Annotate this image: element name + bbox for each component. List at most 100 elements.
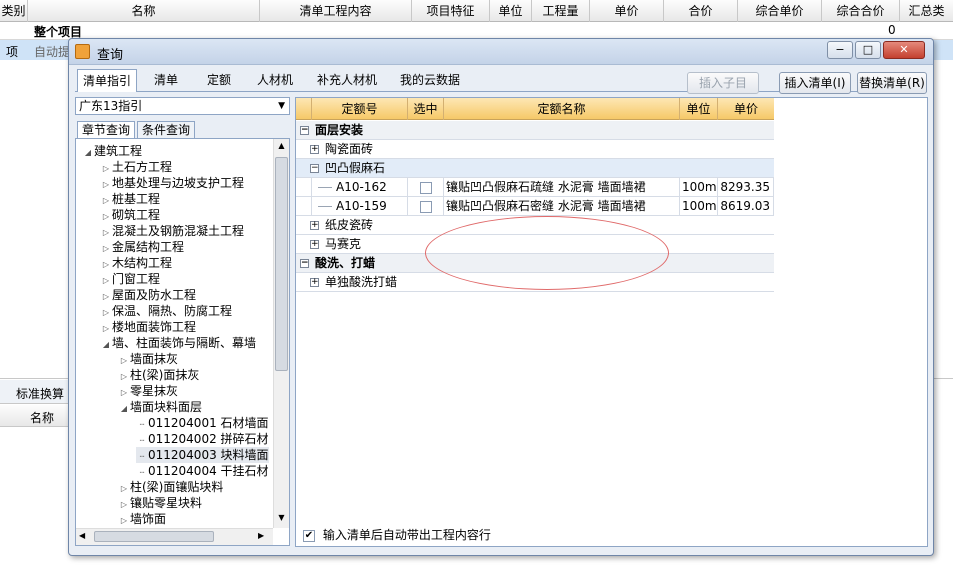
tree-horizontal-scrollbar[interactable]: ◀ ▶ — [76, 528, 273, 545]
tab-supplement[interactable]: 补充人材机 — [307, 69, 387, 91]
expand-icon[interactable]: + — [310, 221, 319, 230]
header-select[interactable]: 选中 — [408, 98, 444, 120]
col-composite-unit[interactable]: 综合单价 — [738, 0, 822, 22]
col-feature[interactable]: 项目特征 — [412, 0, 490, 22]
tree-node[interactable]: ▷ 柱(梁)面抹灰 — [118, 367, 199, 383]
tree-collapse-icon[interactable]: ◢ — [100, 337, 112, 353]
tree-node-label: 镶贴零星块料 — [130, 496, 203, 510]
tab-list-guide[interactable]: 清单指引 — [77, 69, 137, 92]
insert-list-button[interactable]: 插入清单(I) — [779, 72, 851, 94]
quota-row[interactable]: A10-162镶贴凹凸假麻石疏缝 水泥膏 墙面墙裙100m28293.35 — [296, 178, 774, 197]
expand-icon[interactable]: + — [310, 240, 319, 249]
tab-labor-material[interactable]: 人材机 — [247, 69, 303, 91]
scroll-left-icon[interactable]: ◀ — [79, 531, 85, 540]
tree-vertical-scrollbar[interactable]: ▲ ▼ — [273, 139, 289, 528]
tree-collapse-icon[interactable]: ◢ — [118, 401, 130, 417]
tree-node[interactable]: ▷ 砌筑工程 — [100, 207, 160, 223]
col-quantity[interactable]: 工程量 — [532, 0, 590, 22]
tab-standard-conversion[interactable]: 标准换算 — [16, 385, 64, 402]
tree-node[interactable]: ┄ 011204002 拼碎石材 — [136, 431, 269, 447]
group-row[interactable]: − 面层安装 — [296, 121, 774, 140]
col-category[interactable]: 类别 — [0, 0, 28, 22]
col-summary[interactable]: 汇总类 — [900, 0, 953, 22]
header-unit[interactable]: 单位 — [680, 98, 718, 120]
tree-node[interactable]: ▷ 混凝土及钢筋混凝土工程 — [100, 223, 244, 239]
tree-node[interactable]: ▷ 保温、隔热、防腐工程 — [100, 303, 232, 319]
tree-node[interactable]: ◢ 墙、柱面装饰与隔断、幕墙 — [100, 335, 256, 351]
expand-icon[interactable]: + — [310, 278, 319, 287]
tree-node[interactable]: ◢ 墙面块料面层 — [118, 399, 202, 415]
header-price[interactable]: 单价 — [718, 98, 774, 120]
col-name[interactable]: 名称 — [28, 0, 260, 22]
row-label-wrap: − 凹凸假麻石 — [310, 159, 385, 177]
guide-select[interactable]: 广东13指引 ▼ — [75, 97, 290, 115]
collapse-icon[interactable]: − — [300, 259, 309, 268]
group-row[interactable]: − 凹凸假麻石 — [296, 159, 774, 178]
hscroll-thumb[interactable] — [94, 531, 214, 542]
tree-expand-icon[interactable]: ▷ — [118, 513, 130, 529]
group-label: 面层安装 — [315, 123, 364, 137]
scroll-up-icon[interactable]: ▲ — [276, 141, 287, 152]
quota-grid: 定额号 选中 定额名称 单位 单价 − 面层安装 + 陶瓷面砖 − 凹凸假麻石 A10-16… — [295, 97, 928, 547]
collapse-icon[interactable]: − — [300, 126, 309, 135]
select-checkbox[interactable] — [419, 181, 432, 194]
dialog-titlebar[interactable]: 查询 − □ ✕ — [69, 39, 933, 65]
group-label: 纸皮瓷砖 — [325, 218, 374, 232]
tab-cloud-data[interactable]: 我的云数据 — [391, 69, 469, 91]
tree-node-label: 木结构工程 — [112, 256, 173, 270]
tree-node[interactable]: ▷ 屋面及防水工程 — [100, 287, 196, 303]
tab-list[interactable]: 清单 — [141, 69, 191, 91]
tree-node[interactable]: ▷ 墙饰面 — [118, 511, 166, 527]
tree-node[interactable]: ▷ 墙面抹灰 — [118, 351, 178, 367]
scroll-right-icon[interactable]: ▶ — [258, 531, 264, 540]
tab-quota[interactable]: 定额 — [195, 69, 243, 91]
tree-node[interactable]: ▷ 木结构工程 — [100, 255, 172, 271]
insert-child-button[interactable]: 插入子目 — [687, 72, 759, 94]
close-button[interactable]: ✕ — [883, 41, 925, 59]
group-row[interactable]: + 陶瓷面砖 — [296, 140, 774, 159]
tree-collapse-icon[interactable]: ◢ — [82, 145, 94, 161]
tree-node[interactable]: ◢ 建筑工程 — [82, 143, 142, 159]
tree-node[interactable]: ┄ 011204001 石材墙面 — [136, 415, 269, 431]
tab-chapter-query[interactable]: 章节查询 — [77, 121, 135, 139]
header-quota-code[interactable]: 定额号 — [312, 98, 408, 120]
col-total[interactable]: 合价 — [664, 0, 738, 22]
select-checkbox[interactable] — [419, 200, 432, 213]
auto-content-option[interactable]: ✔ 输入清单后自动带出工程内容行 — [303, 526, 491, 544]
col-composite-total[interactable]: 综合合价 — [822, 0, 900, 22]
header-quota-name[interactable]: 定额名称 — [444, 98, 680, 120]
tree-node[interactable]: ┄ 011204003 块料墙面 — [136, 447, 269, 463]
expand-icon[interactable]: + — [310, 145, 319, 154]
row-label-wrap: − 酸洗、打蜡 — [300, 254, 375, 272]
tree-node[interactable]: ▷ 金属结构工程 — [100, 239, 184, 255]
checked-checkbox-icon[interactable]: ✔ — [303, 529, 315, 542]
tree-node[interactable]: ▷ 柱(梁)面镶贴块料 — [118, 479, 223, 495]
tree-node[interactable]: ▷ 门窗工程 — [100, 271, 160, 287]
tree-node[interactable]: ▷ 镶贴零星块料 — [118, 495, 202, 511]
quota-grid-header: 定额号 选中 定额名称 单位 单价 — [296, 98, 774, 120]
minimize-button[interactable]: − — [827, 41, 853, 59]
tree-node[interactable]: ▷ 地基处理与边坡支护工程 — [100, 175, 244, 191]
tree-node[interactable]: ▷ 零星抹灰 — [118, 383, 178, 399]
tree-node[interactable]: ▷ 桩基工程 — [100, 191, 160, 207]
scroll-thumb[interactable] — [275, 157, 288, 371]
scroll-down-icon[interactable]: ▼ — [276, 513, 287, 524]
maximize-button[interactable]: □ — [855, 41, 881, 59]
col-unitprice[interactable]: 单价 — [590, 0, 664, 22]
col-content[interactable]: 清单工程内容 — [260, 0, 412, 22]
select-cell[interactable] — [408, 178, 444, 197]
quota-row[interactable]: A10-159镶贴凹凸假麻石密缝 水泥膏 墙面墙裙100m28619.03 — [296, 197, 774, 216]
query-dialog: 查询 − □ ✕ 清单指引 清单 定额 人材机 补充人材机 我的云数据 插入子目… — [68, 38, 934, 556]
tree-node[interactable]: ┄ 011204004 干挂石材 — [136, 463, 269, 479]
tree-node[interactable]: ▷ 楼地面装饰工程 — [100, 319, 196, 335]
collapse-icon[interactable]: − — [310, 164, 319, 173]
select-cell[interactable] — [408, 197, 444, 216]
tree-node[interactable]: ▷ 土石方工程 — [100, 159, 172, 175]
tree-node-label: 零星抹灰 — [130, 384, 179, 398]
replace-list-button[interactable]: 替换清单(R) — [857, 72, 927, 94]
chevron-down-icon: ▼ — [278, 101, 285, 111]
tab-condition-query[interactable]: 条件查询 — [137, 121, 195, 139]
row-label-wrap: + 单独酸洗打蜡 — [310, 273, 397, 291]
col-unit[interactable]: 单位 — [490, 0, 532, 22]
row-label-wrap: + 马赛克 — [310, 235, 361, 253]
